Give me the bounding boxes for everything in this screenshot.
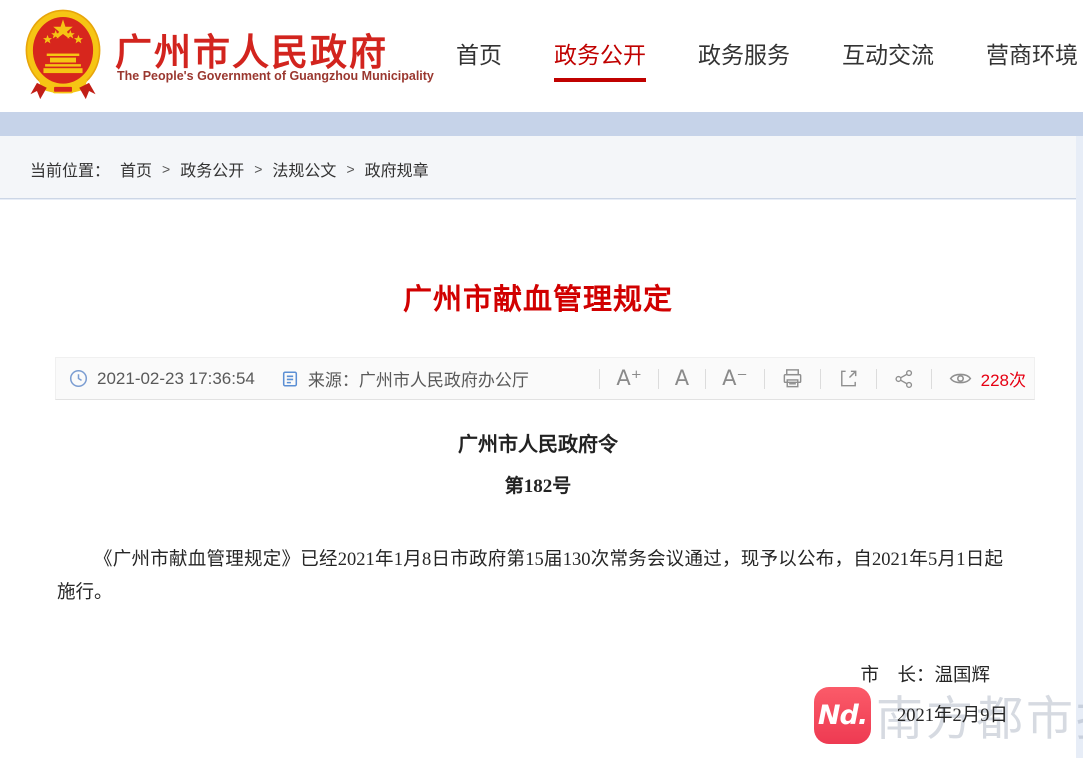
breadcrumb-item-regulations[interactable]: 法规公文 <box>272 157 336 181</box>
divider <box>931 369 932 389</box>
breadcrumb-separator: > <box>346 161 354 177</box>
national-emblem-logo[interactable] <box>22 8 104 104</box>
breadcrumb-item-gov-disclosure[interactable]: 政务公开 <box>180 157 244 181</box>
views-counter: 228次 <box>948 366 1026 391</box>
clock-icon <box>69 369 88 388</box>
news-watermark-logo: Nd. <box>814 687 871 744</box>
site-subtitle: The People's Government of Guangzhou Mun… <box>117 69 434 83</box>
breadcrumb-separator: > <box>162 161 170 177</box>
source-value: 广州市人民政府办公厅 <box>359 366 529 391</box>
nav-item-gov-services[interactable]: 政务服务 <box>698 36 790 70</box>
signature-date: 2021年2月9日 <box>0 701 1076 727</box>
divider <box>820 369 821 389</box>
header-divider-band <box>0 112 1083 136</box>
article-content: 广州市献血管理规定 2021-02-23 17:36:54 来源： 广州市人民政… <box>0 200 1076 758</box>
decree-heading: 广州市人民政府令 <box>0 428 1076 457</box>
share-icon[interactable] <box>893 368 915 390</box>
font-reset-button[interactable]: A <box>675 368 689 389</box>
breadcrumb-item-home[interactable]: 首页 <box>120 157 152 181</box>
views-eye-icon <box>948 366 973 391</box>
divider <box>876 369 877 389</box>
site-title: 广州市人民政府 <box>115 22 388 76</box>
source-label: 来源： <box>308 366 359 391</box>
breadcrumb: 当前位置： 首页 > 政务公开 > 法规公文 > 政府规章 <box>30 157 429 181</box>
nav-item-gov-disclosure[interactable]: 政务公开 <box>554 36 646 70</box>
divider <box>705 369 706 389</box>
breadcrumb-item-gov-rules[interactable]: 政府规章 <box>365 157 429 181</box>
breadcrumb-separator: > <box>254 161 262 177</box>
breadcrumb-bar: 当前位置： 首页 > 政务公开 > 法规公文 > 政府规章 <box>0 136 1076 199</box>
article-meta-bar: 2021-02-23 17:36:54 来源： 广州市人民政府办公厅 A⁺ A … <box>55 357 1035 400</box>
views-count: 228次 <box>981 366 1026 391</box>
decree-paragraph: 《广州市献血管理规定》已经2021年1月8日市政府第15届130次常务会议通过，… <box>57 544 1003 610</box>
article-meta-tools: A⁺ A A⁻ <box>583 366 1026 391</box>
breadcrumb-label: 当前位置： <box>30 157 110 181</box>
font-increase-button[interactable]: A⁺ <box>616 368 641 389</box>
main-nav: 首页 政务公开 政务服务 互动交流 营商环境 <box>456 36 1078 70</box>
source-doc-icon <box>281 370 299 388</box>
divider <box>599 369 600 389</box>
decree-number: 第182号 <box>0 471 1076 498</box>
divider <box>658 369 659 389</box>
publish-datetime: 2021-02-23 17:36:54 <box>97 369 255 389</box>
nav-item-interaction[interactable]: 互动交流 <box>842 36 934 70</box>
print-icon[interactable] <box>781 367 804 390</box>
nav-item-home[interactable]: 首页 <box>456 36 502 70</box>
nav-item-business-env[interactable]: 营商环境 <box>986 36 1078 70</box>
news-watermark-logo-text: Nd. <box>818 700 867 731</box>
site-header: 广州市人民政府 The People's Government of Guang… <box>0 0 1083 112</box>
font-decrease-button[interactable]: A⁻ <box>722 368 747 389</box>
article-title: 广州市献血管理规定 <box>0 276 1076 318</box>
article-meta-left: 2021-02-23 17:36:54 来源： 广州市人民政府办公厅 <box>69 366 529 391</box>
divider <box>764 369 765 389</box>
export-icon[interactable] <box>837 367 860 390</box>
